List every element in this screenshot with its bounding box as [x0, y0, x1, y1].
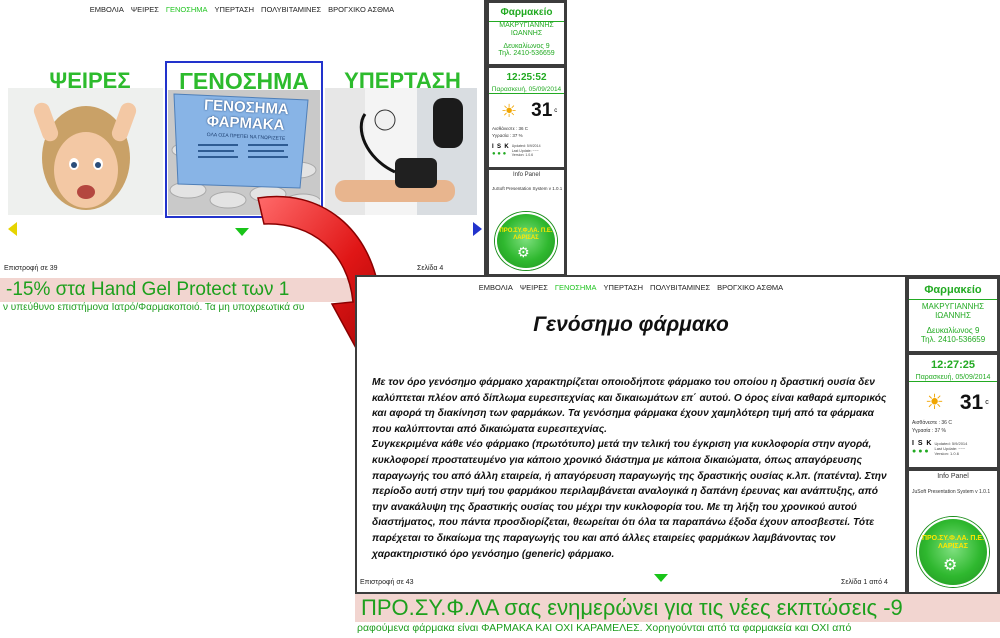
pharmacy-title: Φαρμακείο	[924, 284, 982, 296]
isk-letter-s: S	[497, 144, 502, 150]
article-body: Με τον όρο γενόσημο φάρμακο χαρακτηρίζετ…	[372, 375, 895, 562]
down-arrow-icon[interactable]	[654, 574, 668, 582]
nav-item-asthma[interactable]: ΒΡΟΓΧΙΚΟ ΑΣΘΜΑ	[328, 5, 394, 14]
ticker-text-after: ΠΡΟ.ΣΥ.Φ.ΛΑ σας ενημερώνει για τις νέες …	[361, 595, 903, 620]
gear-icon: ⚙	[517, 244, 530, 260]
page-indicator: Σελίδα 4	[417, 265, 444, 272]
info-panel-text: JuSoft Presentation System v 1.0.1	[492, 186, 563, 191]
isk-letter-i: I	[492, 144, 494, 150]
pharmacy-address: Δευκαλίωνος 9	[926, 326, 980, 335]
page-indicator: Σελίδα 1 από 4	[841, 579, 888, 586]
nav-item-vaccines[interactable]: ΕΜΒΟΛΙΑ	[90, 5, 124, 14]
status-line-3: Version: 1.0.6	[934, 450, 959, 456]
logo-text: ΠΡΟ.ΣΥ.Φ.ΛΑ. Π.Ε. ΛΑΡΙΣΑΣ	[921, 535, 985, 550]
temperature-unit: c	[985, 399, 989, 406]
pharmacy-owner: ΜΑΚΡΥΓΙΑΝΝΗΣ ΙΩΑΝΝΗΣ	[909, 299, 997, 320]
isk-letter-k: K	[926, 440, 932, 447]
nav-item-asthma[interactable]: ΒΡΟΓΧΙΚΟ ΑΣΘΜΑ	[717, 283, 783, 292]
prosyfla-logo: ΠΡΟ.ΣΥ.Φ.ΛΑ. Π.Ε. ΛΑΡΙΣΑΣ ⚙	[917, 517, 989, 587]
nav-item-lice[interactable]: ΨΕΙΡΕΣ	[131, 5, 159, 14]
nav-item-generics[interactable]: ΓΕΝΟΣΗΜΑ	[166, 5, 208, 14]
isk-letter-i: I	[912, 440, 914, 447]
status-line-3: Version: 1.0.6	[511, 153, 534, 158]
clock: 12:27:25	[930, 359, 976, 371]
return-countdown: Επιστροφή σε 39	[4, 265, 58, 272]
pharmacy-info-box: Φαρμακείο ΜΑΚΡΥΓΙΑΝΝΗΣ ΙΩΑΝΝΗΣ Δευκαλίων…	[489, 3, 564, 64]
pharmacy-phone: Τηλ. 2410-536659	[498, 50, 555, 57]
pharmacy-address: Δευκαλίωνος 9	[503, 43, 550, 50]
pharmacy-owner: ΜΑΚΡΥΓΙΑΝΝΗΣ ΙΩΑΝΝΗΣ	[489, 21, 564, 38]
down-arrow-icon[interactable]	[235, 228, 249, 236]
article-title: Γενόσημο φάρμακο	[533, 313, 729, 336]
top-nav: ΕΜΒΟΛΙΑ ΨΕΙΡΕΣ ΓΕΝΟΣΗΜΑ ΥΠΕΡΤΑΣΗ ΠΟΛΥΒΙΤ…	[357, 283, 905, 292]
nav-item-hypertension[interactable]: ΥΠΕΡΤΑΣΗ	[604, 283, 644, 292]
nav-item-multivitamins[interactable]: ΠΟΛΥΒΙΤΑΜΙΝΕΣ	[261, 5, 321, 14]
pharmacy-info-box: Φαρμακείο ΜΑΚΡΥΓΙΑΝΝΗΣ ΙΩΑΝΝΗΣ Δευκαλίων…	[909, 279, 997, 351]
gear-icon: ⚙	[943, 557, 958, 574]
nav-item-hypertension[interactable]: ΥΠΕΡΤΑΣΗ	[215, 5, 255, 14]
info-panel: Info Panel JuSoft Presentation System v …	[909, 471, 997, 592]
ticker-banner-after: ΠΡΟ.ΣΥ.Φ.ΛΑ σας ενημερώνει για τις νέες …	[355, 594, 1000, 622]
sun-icon: ☀	[501, 100, 518, 121]
nav-item-vaccines[interactable]: ΕΜΒΟΛΙΑ	[479, 283, 513, 292]
return-countdown: Επιστροφή σε 43	[360, 579, 414, 586]
status-line-1: Updated: 5/9/2014	[934, 440, 968, 446]
info-panel-title: Info Panel	[937, 473, 969, 480]
temperature-unit: c	[554, 108, 558, 114]
info-panel-text: JuSoft Presentation System v 1.0.1	[912, 489, 991, 495]
subticker-after: ραφούμενα φάρμακα είναι ΦΑΡΜΑΚΑ ΚΑΙ ΟΧΙ …	[355, 622, 1000, 638]
date: Παρασκευή, 05/09/2014	[489, 86, 564, 94]
temperature: 31	[959, 390, 984, 414]
top-nav: ΕΜΒΟΛΙΑ ΨΕΙΡΕΣ ΓΕΝΟΣΗΜΑ ΥΠΕΡΤΑΣΗ ΠΟΛΥΒΙΤ…	[0, 5, 484, 14]
status-line-2: Last Update: ~~~	[934, 445, 966, 451]
isk-letter-k: K	[504, 144, 509, 150]
date: Παρασκευή, 05/09/2014	[909, 374, 997, 382]
nav-item-lice[interactable]: ΨΕΙΡΕΣ	[520, 283, 548, 292]
nav-item-multivitamins[interactable]: ΠΟΛΥΒΙΤΑΜΙΝΕΣ	[650, 283, 710, 292]
info-panel-title: Info Panel	[512, 172, 541, 178]
clock: 12:25:52	[506, 72, 547, 83]
article-paragraph: Συγκεκριμένα κάθε νέο φάρμακο (πρωτότυπο…	[372, 439, 887, 560]
pharmacy-title: Φαρμακείο	[500, 7, 553, 18]
temperature: 31	[531, 100, 553, 121]
category-image-lice[interactable]	[8, 88, 163, 215]
main-panel: ΕΜΒΟΛΙΑ ΨΕΙΡΕΣ ΓΕΝΟΣΗΜΑ ΥΠΕΡΤΑΣΗ ΠΟΛΥΒΙΤ…	[357, 277, 905, 592]
feels-like: Αισθάνεστε : 36 C	[492, 126, 528, 131]
ticker-text-before: -15% στα Hand Gel Protect των 1	[6, 279, 290, 300]
clock-weather-box: 12:25:52 Παρασκευή, 05/09/2014 ☀ 31 c Αι…	[489, 68, 564, 167]
sun-icon: ☀	[925, 391, 944, 414]
prosyfla-logo: ΠΡΟ.ΣΥ.Φ.ΛΑ. Π.Ε. ΛΑΡΙΣΑΣ ⚙	[495, 212, 557, 270]
kiosk-screen-after: ΕΜΒΟΛΙΑ ΨΕΙΡΕΣ ΓΕΝΟΣΗΜΑ ΥΠΕΡΤΑΣΗ ΠΟΛΥΒΙΤ…	[355, 275, 1000, 638]
info-panel: Info Panel JuSoft Presentation System v …	[489, 170, 564, 274]
pharmacy-phone: Τηλ. 2410-536659	[920, 335, 986, 344]
next-arrow-icon[interactable]	[473, 222, 482, 236]
humidity: Υγρασία : 37 %	[912, 428, 946, 434]
logo-text: ΠΡΟ.ΣΥ.Φ.ΛΑ. Π.Ε. ΛΑΡΙΣΑΣ	[499, 228, 553, 241]
clock-weather-box: 12:27:25 Παρασκευή, 05/09/2014 ☀ 31 c Αι…	[909, 355, 997, 467]
article-paragraph: Με τον όρο γενόσημο φάρμακο χαρακτηρίζετ…	[372, 377, 887, 435]
nav-item-generics[interactable]: ΓΕΝΟΣΗΜΑ	[555, 283, 597, 292]
prev-arrow-icon[interactable]	[8, 222, 17, 236]
humidity: Υγρασία : 37 %	[492, 133, 523, 138]
isk-letter-s: S	[917, 440, 923, 447]
feels-like: Αισθάνεστε : 36 C	[912, 420, 952, 426]
